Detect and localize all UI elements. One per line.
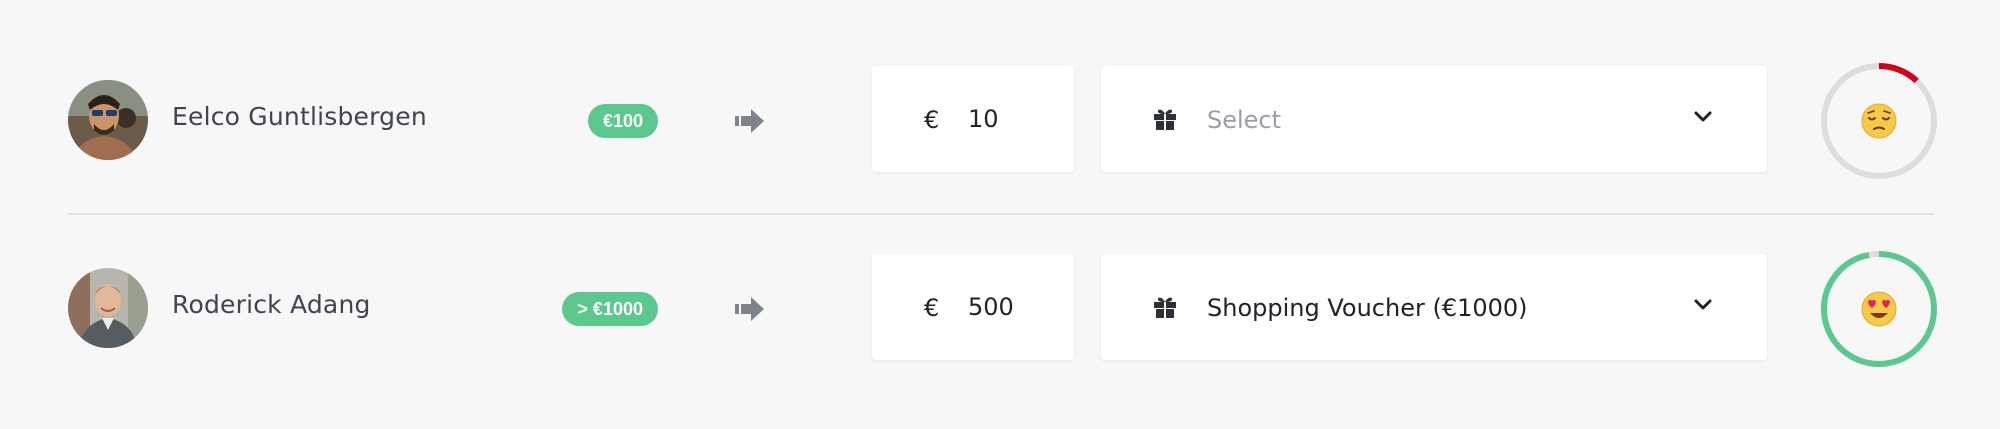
pensive-face-emoji xyxy=(1861,103,1897,139)
arrow-right-icon xyxy=(735,109,764,133)
currency-symbol: € xyxy=(924,294,940,322)
recipient-row: Roderick Adang > €1000 € 500 Shopping Vo… xyxy=(0,214,2000,402)
avatar xyxy=(68,80,148,160)
recipient-list: Eelco Guntlisbergen €100 € 10 Select Rod… xyxy=(0,0,2000,429)
currency-symbol: € xyxy=(924,106,940,134)
recipient-name: Eelco Guntlisbergen xyxy=(172,102,427,131)
gift-icon xyxy=(1154,297,1176,318)
chevron-down-icon[interactable] xyxy=(1693,298,1713,312)
chevron-down-icon[interactable] xyxy=(1693,110,1713,124)
amount-value[interactable]: 10 xyxy=(968,105,999,133)
avatar xyxy=(68,268,148,348)
gift-select[interactable]: Shopping Voucher (€1000) xyxy=(1101,254,1767,360)
arrow-right-icon xyxy=(735,297,764,321)
gift-select-value: Select xyxy=(1207,106,1282,134)
amount-field[interactable]: € 500 xyxy=(872,254,1074,360)
budget-badge: > €1000 xyxy=(562,292,658,326)
gift-icon xyxy=(1154,109,1176,130)
recipient-row: Eelco Guntlisbergen €100 € 10 Select xyxy=(0,26,2000,214)
recipient-name: Roderick Adang xyxy=(172,290,371,319)
amount-field[interactable]: € 10 xyxy=(872,66,1074,172)
amount-value[interactable]: 500 xyxy=(968,293,1014,321)
gift-select[interactable]: Select xyxy=(1101,66,1767,172)
budget-badge: €100 xyxy=(587,104,658,138)
gift-select-value: Shopping Voucher (€1000) xyxy=(1207,294,1528,322)
heart-eyes-emoji xyxy=(1861,291,1897,327)
